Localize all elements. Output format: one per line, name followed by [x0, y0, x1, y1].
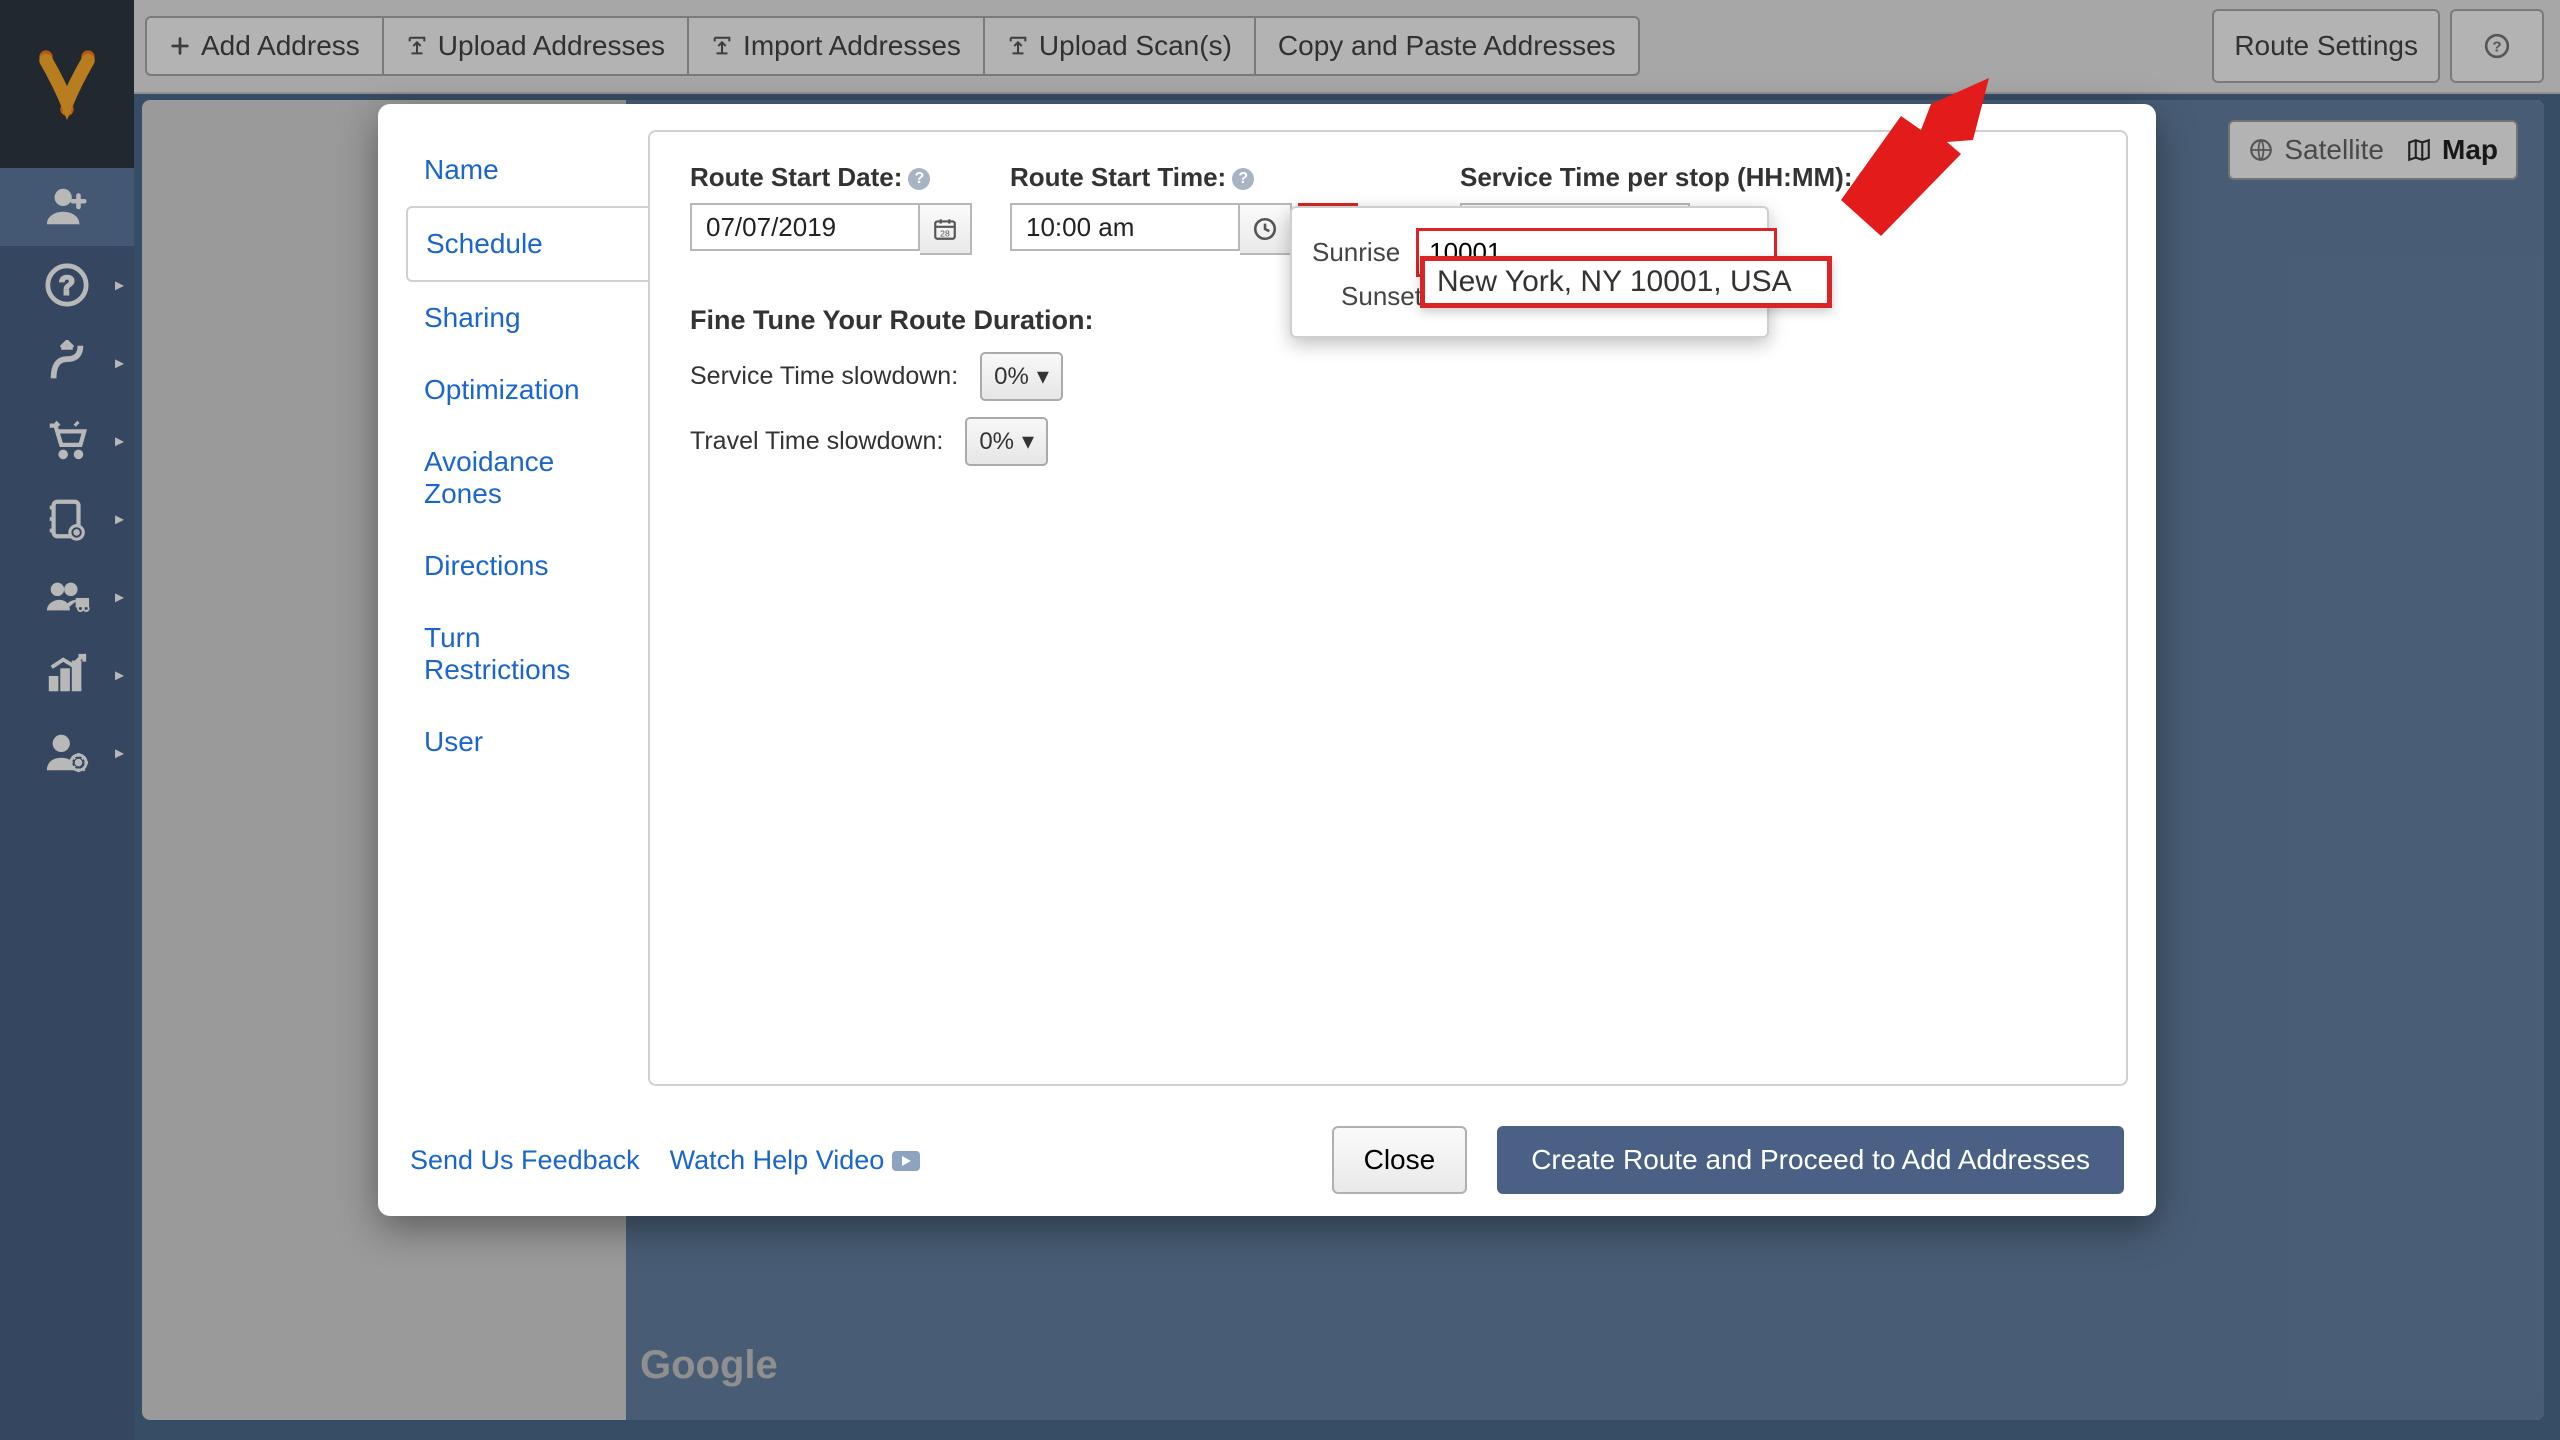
route-start-time-label: Route Start Time:? — [1010, 162, 1254, 192]
send-feedback-link[interactable]: Send Us Feedback — [410, 1145, 640, 1176]
svg-text:28: 28 — [940, 229, 950, 239]
tab-turn-restrictions[interactable]: Turn Restrictions — [406, 602, 648, 706]
help-icon[interactable]: ? — [1858, 168, 1880, 190]
location-suggestion[interactable]: New York, NY 10001, USA — [1420, 256, 1832, 308]
close-button[interactable]: Close — [1332, 1126, 1468, 1194]
clock-icon — [1252, 216, 1278, 242]
tab-avoidance-zones[interactable]: Avoidance Zones — [406, 426, 648, 530]
clock-button[interactable] — [1240, 203, 1292, 255]
route-start-date-input[interactable] — [690, 203, 920, 251]
calendar-button[interactable]: 28 — [920, 203, 972, 255]
play-icon — [892, 1151, 920, 1171]
tab-optimization[interactable]: Optimization — [406, 354, 648, 426]
service-slowdown-label: Service Time slowdown: — [690, 362, 958, 391]
sunset-label: Sunset — [1312, 281, 1422, 312]
service-time-label: Service Time per stop (HH:MM):? — [1460, 162, 1880, 192]
service-slowdown-select[interactable]: 0%▾ — [980, 352, 1063, 401]
sunrise-label: Sunrise — [1312, 237, 1400, 268]
tab-user[interactable]: User — [406, 706, 648, 778]
tab-directions[interactable]: Directions — [406, 530, 648, 602]
route-start-time-input[interactable] — [1010, 203, 1240, 251]
modal-footer: Send Us Feedback Watch Help Video Close … — [378, 1104, 2156, 1216]
modal-tabs: Name Schedule Sharing Optimization Avoid… — [378, 104, 648, 1104]
travel-slowdown-select[interactable]: 0%▾ — [965, 417, 1048, 466]
tab-schedule[interactable]: Schedule — [406, 206, 650, 282]
tab-sharing[interactable]: Sharing — [406, 282, 648, 354]
travel-slowdown-label: Travel Time slowdown: — [690, 427, 943, 456]
route-start-date-field: Route Start Date:? 28 — [690, 162, 972, 255]
caret-down-icon: ▾ — [1037, 362, 1049, 391]
schedule-panel: Route Start Date:? 28 Route Start Time:? — [648, 130, 2128, 1086]
route-start-date-label: Route Start Date:? — [690, 162, 930, 192]
help-icon[interactable]: ? — [908, 168, 930, 190]
help-icon[interactable]: ? — [1232, 168, 1254, 190]
watch-help-video-link[interactable]: Watch Help Video — [670, 1145, 921, 1176]
caret-down-icon: ▾ — [1022, 427, 1034, 456]
create-route-button[interactable]: Create Route and Proceed to Add Addresse… — [1497, 1126, 2124, 1194]
route-settings-modal: Name Schedule Sharing Optimization Avoid… — [378, 104, 2156, 1216]
calendar-icon: 28 — [932, 216, 958, 242]
tab-name[interactable]: Name — [406, 134, 648, 206]
